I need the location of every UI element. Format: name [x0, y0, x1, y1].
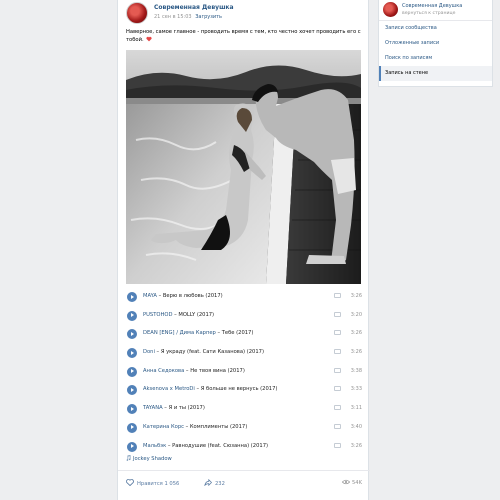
track-artist[interactable]: MAYA	[143, 293, 157, 299]
views-counter: 54K	[341, 479, 362, 486]
add-to-playlist-icon[interactable]	[334, 330, 341, 336]
add-to-playlist-icon[interactable]	[334, 423, 341, 429]
share-count: 232	[215, 481, 225, 487]
track-song: Не твоя вина (2017)	[190, 367, 245, 374]
wall-post: Современная Девушка 21 сен в 15:03 Загру…	[117, 0, 370, 500]
like-icon	[126, 479, 134, 487]
play-icon[interactable]	[127, 329, 137, 340]
back-to-page-link[interactable]: вернуться к странице	[402, 11, 455, 16]
post-date[interactable]: 21 сен в 15:03	[154, 14, 192, 20]
track-artist[interactable]: PUSTOHOD	[143, 312, 172, 318]
track-artist[interactable]: Doni	[143, 349, 155, 355]
track-duration: 3:33	[350, 386, 362, 393]
track-song: Я и ты (2017)	[168, 405, 205, 412]
track-title: MAYA – Верю в любовь (2017)	[143, 293, 223, 299]
track-title: DEAN [ENG] / Дима Карпер – Тебе (2017)	[143, 330, 254, 337]
track-song: Равнодушие (feat. Сюзанна) (2017)	[172, 442, 269, 449]
play-icon[interactable]	[127, 366, 137, 377]
track-row[interactable]: Aksenova x MetroDi – Я больше не вернусь…	[126, 382, 362, 401]
post-meta: 21 сен в 15:03 Загрузить	[154, 14, 222, 20]
add-to-playlist-icon[interactable]	[334, 293, 341, 298]
track-row[interactable]: MAYA – Верю в любовь (2017) 3:26	[126, 289, 362, 308]
sidebar-avatar[interactable]	[383, 2, 398, 17]
track-row[interactable]: PUSTOHOD – MOLLY (2017) 3:20	[126, 308, 362, 327]
add-to-playlist-icon[interactable]	[334, 349, 341, 355]
track-song: Тебе (2017)	[221, 330, 254, 337]
track-artist[interactable]: Катерина Корс	[143, 424, 184, 430]
track-song: Я больше не вернусь (2017)	[200, 386, 278, 393]
track-artist[interactable]: Aksenova x MetroDi	[143, 386, 195, 392]
eye-icon	[341, 479, 351, 485]
track-row[interactable]: DEAN [ENG] / Дима Карпер – Тебе (2017) 3…	[126, 326, 362, 345]
track-artist[interactable]: TAYANA	[143, 405, 163, 411]
play-icon[interactable]	[127, 348, 137, 359]
track-artist[interactable]: Анна Седокова	[143, 368, 184, 374]
play-icon[interactable]	[127, 404, 137, 415]
add-to-playlist-icon[interactable]	[334, 386, 341, 392]
track-row[interactable]: TAYANA – Я и ты (2017) 3:11	[126, 401, 362, 420]
track-duration: 3:26	[350, 349, 362, 356]
track-row[interactable]: Анна Седокова – Не твоя вина (2017) 3:38	[126, 364, 362, 383]
track-row[interactable]: Катерина Корс – Комплименты (2017) 3:40	[126, 420, 362, 439]
play-icon[interactable]	[127, 422, 137, 433]
track-duration: 3:11	[350, 405, 362, 412]
photo-image	[126, 50, 361, 284]
add-to-playlist-icon[interactable]	[334, 311, 341, 317]
track-artist[interactable]: DEAN [ENG] / Дима Карпер	[143, 330, 216, 336]
add-to-playlist-icon[interactable]	[334, 442, 341, 448]
author-avatar[interactable]	[126, 2, 148, 24]
track-song: Я украду (feat. Сати Казанова) (2017)	[160, 349, 264, 356]
sidebar-header[interactable]: Современная Девушка вернуться к странице	[379, 0, 492, 21]
track-song: MOLLY (2017)	[178, 311, 215, 318]
sidebar-item-postponed[interactable]: Отложенные записи	[379, 36, 492, 51]
post-text: Наверное, самое главное - проводить врем…	[126, 29, 364, 44]
play-icon[interactable]	[127, 310, 137, 321]
track-title: PUSTOHOD – MOLLY (2017)	[143, 311, 215, 318]
heart-icon	[146, 36, 152, 42]
attachment-label: Jockey Shadow	[133, 456, 172, 462]
track-title: Анна Седокова – Не твоя вина (2017)	[143, 367, 245, 374]
play-icon[interactable]	[127, 385, 137, 396]
track-duration: 3:26	[350, 442, 362, 449]
like-button[interactable]: Нравится 1 056	[126, 479, 179, 487]
track-title: Aksenova x MetroDi – Я больше не вернусь…	[143, 386, 278, 393]
track-artist[interactable]: Мальбэк	[143, 443, 166, 449]
track-title: TAYANA – Я и ты (2017)	[143, 405, 205, 412]
playlist: MAYA – Верю в любовь (2017) 3:26 PUSTOHO…	[126, 289, 362, 457]
play-icon[interactable]	[127, 441, 137, 452]
track-duration: 3:20	[350, 311, 362, 318]
like-count: Нравится 1 056	[137, 481, 180, 487]
track-duration: 3:26	[350, 330, 362, 337]
track-duration: 3:26	[350, 293, 362, 299]
track-duration: 3:38	[350, 367, 362, 374]
sidebar-item-search[interactable]: Поиск по записям	[379, 51, 492, 66]
share-icon	[204, 478, 213, 487]
post-footer: Нравится 1 056 232 54K	[118, 470, 370, 500]
share-button[interactable]: 232	[204, 478, 225, 487]
sidebar-item-community-posts[interactable]: Записи сообщества	[379, 21, 492, 36]
track-row[interactable]: Doni – Я украду (feat. Сати Казанова) (2…	[126, 345, 362, 364]
sidebar-community-name[interactable]: Современная Девушка	[402, 3, 462, 9]
add-to-playlist-icon[interactable]	[334, 405, 341, 411]
track-title: Мальбэк – Равнодушие (feat. Сюзанна) (20…	[143, 442, 269, 449]
author-name[interactable]: Современная Девушка	[154, 4, 234, 11]
track-title: Doni – Я украду (feat. Сати Казанова) (2…	[143, 349, 264, 356]
play-icon[interactable]	[127, 292, 137, 302]
post-photo[interactable]	[126, 50, 361, 284]
sidebar-item-wall-post[interactable]: Запись на стене	[379, 66, 492, 81]
sidebar: Современная Девушка вернуться к странице…	[378, 0, 493, 87]
note-icon	[126, 455, 131, 461]
track-song: Верю в любовь (2017)	[162, 293, 223, 299]
track-duration: 3:40	[350, 423, 362, 430]
track-song: Комплименты (2017)	[189, 423, 248, 430]
post-text-body: Наверное, самое главное - проводить врем…	[126, 29, 361, 43]
attachment-link[interactable]: Jockey Shadow	[126, 455, 172, 462]
download-link[interactable]: Загрузить	[195, 14, 222, 20]
post-header: Современная Девушка 21 сен в 15:03 Загру…	[126, 2, 362, 24]
add-to-playlist-icon[interactable]	[334, 367, 341, 373]
views-count: 54K	[351, 480, 362, 486]
track-title: Катерина Корс – Комплименты (2017)	[143, 423, 248, 430]
